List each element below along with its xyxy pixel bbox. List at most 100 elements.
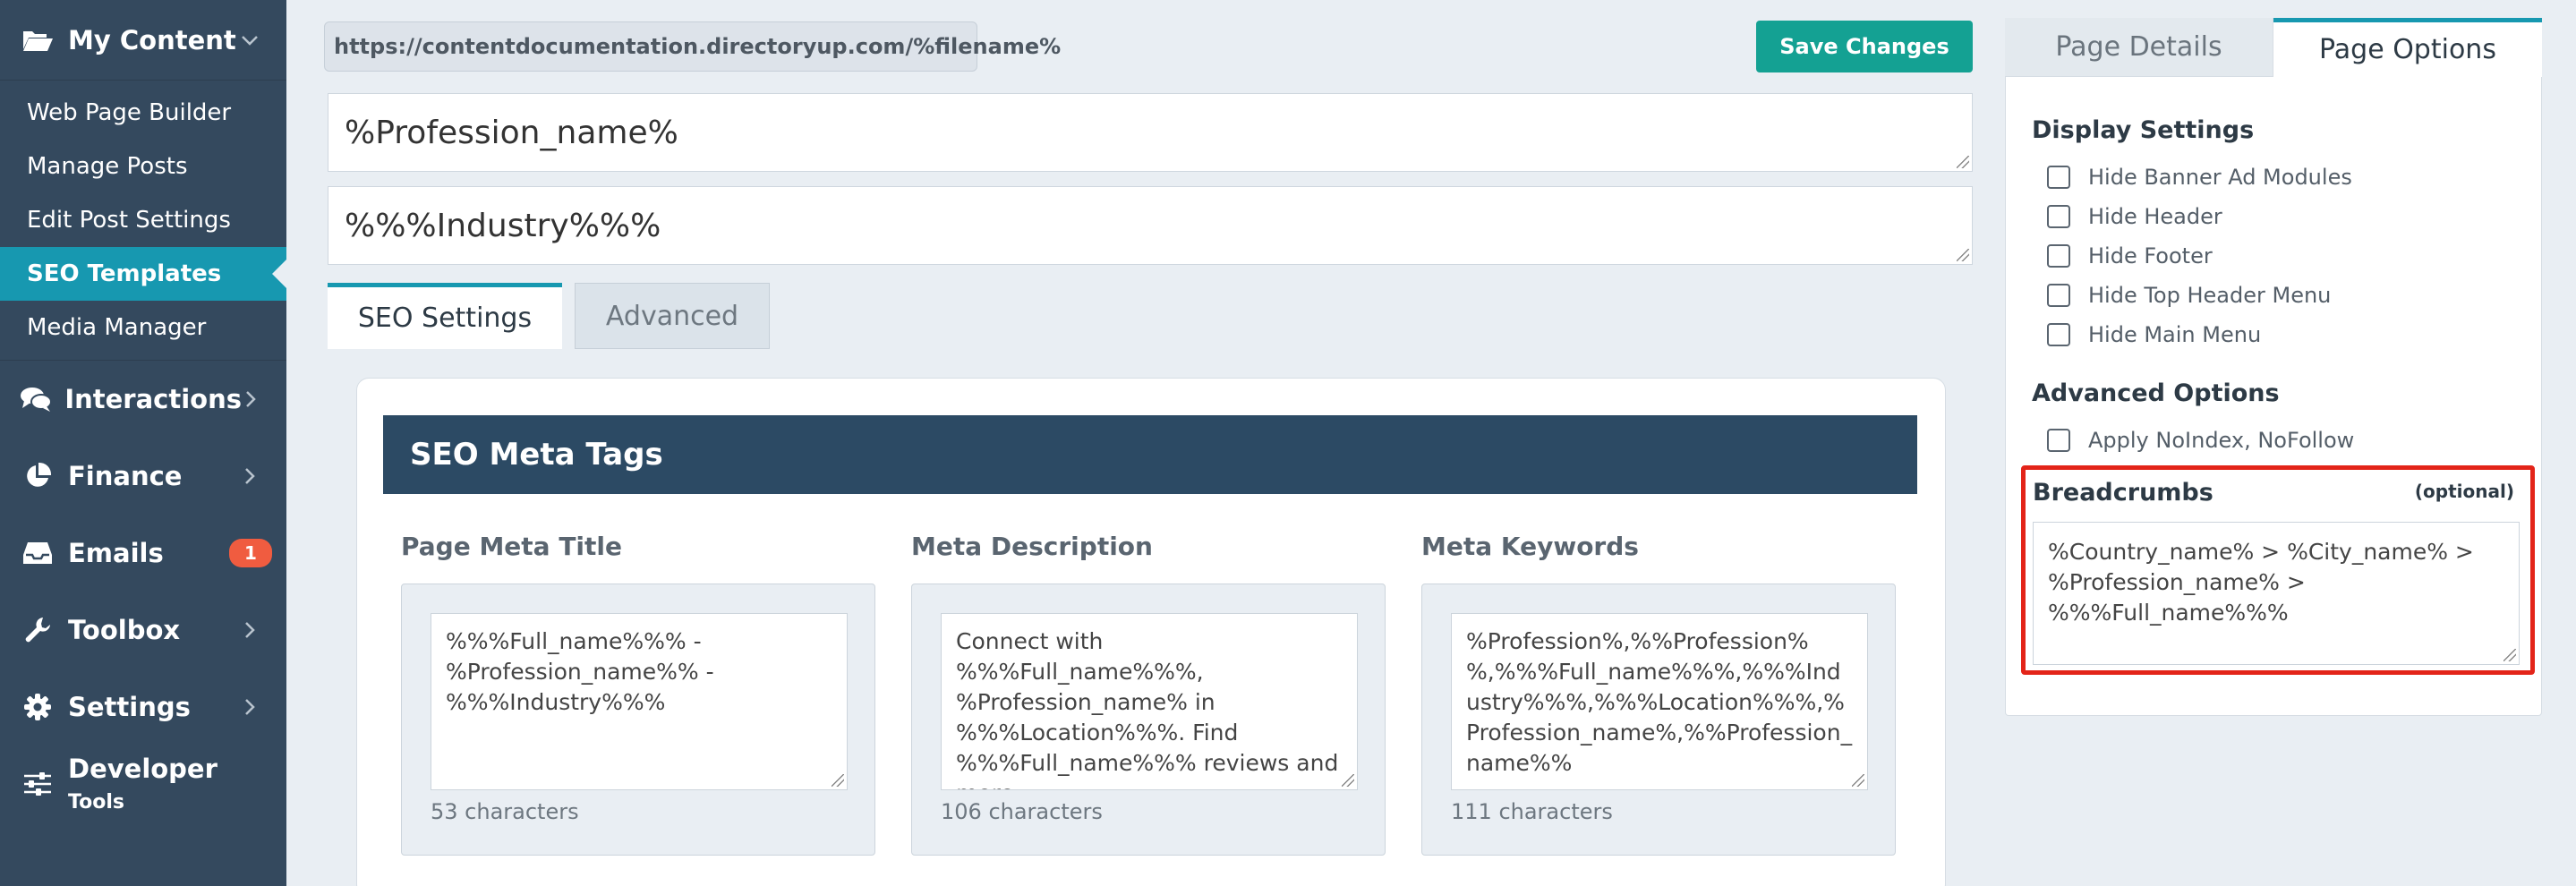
chat-bubbles-icon <box>20 385 53 413</box>
sidebar-section-my-content[interactable]: My Content <box>0 0 286 81</box>
checkbox-label: Hide Main Menu <box>2088 322 2262 347</box>
gear-icon <box>20 693 55 721</box>
sidebar-section-label: Finance <box>68 461 183 491</box>
hide-header-row[interactable]: Hide Header <box>2047 204 2222 229</box>
tab-advanced[interactable]: Advanced <box>575 283 770 349</box>
chevron-right-icon <box>240 620 260 640</box>
sliders-icon <box>20 770 55 798</box>
meta-description-box: Connect with %%%Full_name%%%, %Professio… <box>911 584 1386 856</box>
sidebar-item-seo-templates[interactable]: SEO Templates <box>0 247 286 301</box>
resize-handle-icon[interactable] <box>832 774 844 787</box>
sidebar-item-web-page-builder[interactable]: Web Page Builder <box>0 86 286 140</box>
resize-handle-icon[interactable] <box>2503 649 2516 661</box>
advanced-options-heading: Advanced Options <box>2032 379 2280 407</box>
meta-description-textarea[interactable]: Connect with %%%Full_name%%%, %Professio… <box>941 613 1358 790</box>
sidebar-section-label: Developer Tools <box>68 754 260 814</box>
breadcrumbs-optional-label: (optional) <box>2414 481 2514 502</box>
hide-banner-ad-modules-row[interactable]: Hide Banner Ad Modules <box>2047 165 2352 190</box>
sidebar-section-toolbox[interactable]: Toolbox <box>0 592 286 669</box>
checkbox[interactable] <box>2047 166 2070 189</box>
checkbox-label: Apply NoIndex, NoFollow <box>2088 428 2355 453</box>
sidebar-section-settings[interactable]: Settings <box>0 669 286 745</box>
hide-top-header-menu-row[interactable]: Hide Top Header Menu <box>2047 283 2331 308</box>
sidebar-item-label: Edit Post Settings <box>27 207 231 234</box>
sidebar-item-label: Manage Posts <box>27 153 188 180</box>
chevron-right-icon <box>240 697 260 717</box>
notification-badge: 1 <box>229 539 272 567</box>
meta-title-char-count: 53 characters <box>431 799 579 824</box>
meta-title-value: %%%Full_name%%% - %Profession_name%% - %… <box>446 628 714 715</box>
meta-description-char-count: 106 characters <box>941 799 1103 824</box>
hide-main-menu-row[interactable]: Hide Main Menu <box>2047 322 2261 347</box>
sidebar-item-edit-post-settings[interactable]: Edit Post Settings <box>0 193 286 247</box>
resize-handle-icon[interactable] <box>1852 774 1864 787</box>
tab-page-options[interactable]: Page Options <box>2273 18 2542 77</box>
sidebar-sub-list: Web Page Builder Manage Posts Edit Post … <box>0 81 286 360</box>
sidebar-section-label: Interactions <box>64 384 243 414</box>
checkbox[interactable] <box>2047 244 2070 268</box>
checkbox-label: Hide Banner Ad Modules <box>2088 165 2352 190</box>
tab-page-details[interactable]: Page Details <box>2005 18 2273 77</box>
display-settings-heading: Display Settings <box>2032 116 2255 144</box>
folder-open-icon <box>20 26 55 55</box>
sidebar-section-emails[interactable]: Emails 1 <box>0 515 286 592</box>
sidebar-section-label: My Content <box>68 24 236 55</box>
save-changes-button[interactable]: Save Changes <box>1756 21 1973 72</box>
page-url-value: https://contentdocumentation.directoryup… <box>334 34 1062 59</box>
page-meta-title-label: Page Meta Title <box>401 532 622 561</box>
sidebar-item-media-manager[interactable]: Media Manager <box>0 301 286 354</box>
pie-chart-icon <box>20 462 55 490</box>
meta-keywords-value: %Profession%,%%Profession%%,%%%Full_name… <box>1466 628 1853 776</box>
tab-seo-settings[interactable]: SEO Settings <box>328 283 562 349</box>
checkbox-label: Hide Top Header Menu <box>2088 283 2332 308</box>
inbox-icon <box>20 539 55 567</box>
meta-title-box: %%%Full_name%%% - %Profession_name%% - %… <box>401 584 875 856</box>
sidebar-section-label: Toolbox <box>68 615 181 645</box>
checkbox-label: Hide Footer <box>2088 243 2213 268</box>
name-input[interactable]: %Profession_name% <box>328 93 1973 172</box>
wrench-icon <box>20 616 55 644</box>
sidebar-section-interactions[interactable]: Interactions <box>0 361 286 438</box>
industry-input[interactable]: %%%Industry%%% <box>328 186 1973 265</box>
developer-label: Developer <box>68 754 218 784</box>
breadcrumbs-section: Breadcrumbs (optional) %Country_name% > … <box>2021 465 2535 675</box>
checkbox[interactable] <box>2047 284 2070 307</box>
meta-keywords-char-count: 111 characters <box>1451 799 1613 824</box>
meta-keywords-textarea[interactable]: %Profession%,%%Profession%%,%%%Full_name… <box>1451 613 1868 790</box>
sidebar-section-finance[interactable]: Finance <box>0 438 286 515</box>
sidebar-item-label: Web Page Builder <box>27 99 232 126</box>
meta-description-value: Connect with %%%Full_name%%%, %Professio… <box>956 628 1339 789</box>
checkbox[interactable] <box>2047 323 2070 346</box>
checkbox-label: Hide Header <box>2088 204 2222 229</box>
resize-handle-icon[interactable] <box>1957 249 1969 261</box>
apply-noindex-nofollow-row[interactable]: Apply NoIndex, NoFollow <box>2047 428 2354 453</box>
sidebar-item-label: Media Manager <box>27 314 207 341</box>
chevron-right-icon <box>242 389 260 409</box>
sidebar-section-label: Emails <box>68 538 164 568</box>
sidebar-item-label: SEO Templates <box>27 260 222 287</box>
sidebar-section-developer-tools[interactable]: Developer Tools <box>0 745 286 822</box>
meta-keywords-box: %Profession%,%%Profession%%,%%%Full_name… <box>1421 584 1896 856</box>
chevron-right-icon <box>240 466 260 486</box>
checkbox[interactable] <box>2047 429 2070 452</box>
page-url-field[interactable]: https://contentdocumentation.directoryup… <box>324 21 1061 72</box>
checkbox[interactable] <box>2047 205 2070 228</box>
seo-meta-tags-heading: SEO Meta Tags <box>383 415 1917 494</box>
resize-handle-icon[interactable] <box>1342 774 1354 787</box>
name-input-value: %Profession_name% <box>345 114 678 151</box>
breadcrumbs-textarea[interactable]: %Country_name% > %City_name% > %Professi… <box>2033 522 2520 665</box>
sidebar: My Content Web Page Builder Manage Posts… <box>0 0 286 886</box>
meta-description-label: Meta Description <box>911 532 1153 561</box>
resize-handle-icon[interactable] <box>1957 156 1969 168</box>
hide-footer-row[interactable]: Hide Footer <box>2047 243 2213 268</box>
chevron-down-icon <box>240 30 260 50</box>
meta-keywords-label: Meta Keywords <box>1421 532 1639 561</box>
sidebar-item-manage-posts[interactable]: Manage Posts <box>0 140 286 193</box>
meta-title-textarea[interactable]: %%%Full_name%%% - %Profession_name%% - %… <box>431 613 848 790</box>
right-panel-tabs: Page Details Page Options <box>2005 18 2542 77</box>
breadcrumbs-label: Breadcrumbs <box>2033 479 2213 507</box>
sidebar-section-label: Settings <box>68 692 191 722</box>
developer-tools-label: Tools <box>68 791 124 814</box>
industry-input-value: %%%Industry%%% <box>345 207 661 244</box>
breadcrumbs-value: %Country_name% > %City_name% > %Professi… <box>2048 539 2474 626</box>
